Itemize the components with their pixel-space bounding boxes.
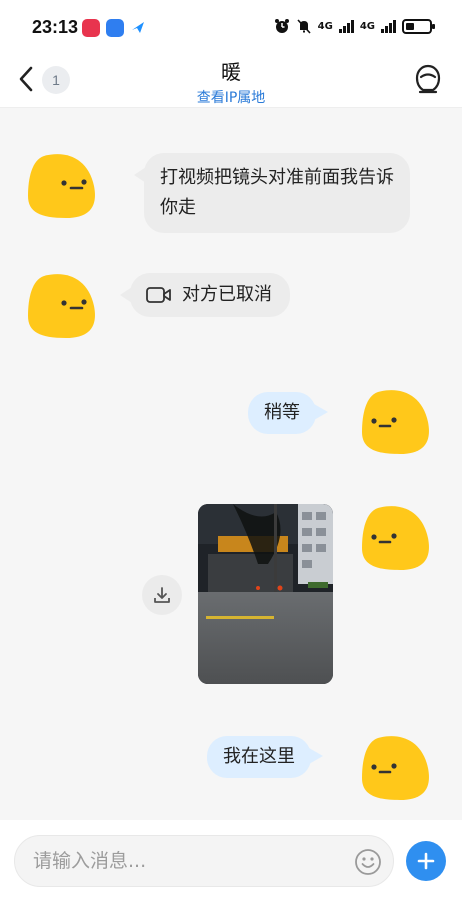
view-ip-location-link[interactable]: 查看IP属地 xyxy=(0,87,462,107)
network-label-2: 4G xyxy=(359,20,375,32)
emoji-icon xyxy=(355,849,381,875)
app-notification-icon-3 xyxy=(130,19,148,37)
outgoing-message-bubble[interactable]: 我在这里 xyxy=(207,736,323,778)
contact-name: 暖 xyxy=(221,60,241,84)
app-notification-icon-1 xyxy=(82,19,100,37)
download-icon xyxy=(154,587,170,603)
chat-header: 1 暖 查看IP属地 xyxy=(0,52,462,108)
battery-icon xyxy=(402,18,435,34)
message-text: 稍等 xyxy=(264,402,300,423)
profile-button[interactable] xyxy=(414,64,442,94)
contact-avatar[interactable] xyxy=(26,272,100,340)
contact-avatar[interactable] xyxy=(26,152,100,220)
status-bar: 23:13 4G 4G xyxy=(0,0,462,52)
message-text: 我在这里 xyxy=(223,746,295,767)
app-notification-icon-2 xyxy=(106,19,124,37)
status-icons: 4G 4G xyxy=(274,18,435,34)
outgoing-message-bubble[interactable]: 稍等 xyxy=(248,392,328,434)
sent-photo[interactable] xyxy=(198,504,333,684)
message-text: 打视频把镜头对准前面我告诉你走 xyxy=(160,167,394,218)
chat-messages[interactable]: 打视频把镜头对准前面我告诉你走 对方已取消 稍等 我在这里 xyxy=(0,108,462,820)
video-call-status-bubble[interactable]: 对方已取消 xyxy=(120,273,290,317)
signal-strength-icon-1 xyxy=(338,19,354,33)
emoji-button[interactable] xyxy=(354,848,382,876)
incoming-message-bubble[interactable]: 打视频把镜头对准前面我告诉你走 xyxy=(134,153,410,233)
call-status-text: 对方已取消 xyxy=(182,284,272,305)
add-attachment-button[interactable] xyxy=(406,841,446,881)
profile-icon xyxy=(415,64,441,94)
message-input[interactable] xyxy=(14,835,394,887)
mute-bell-icon xyxy=(297,19,311,34)
status-time: 23:13 xyxy=(32,17,79,37)
video-camera-icon xyxy=(146,287,171,303)
my-avatar[interactable] xyxy=(360,504,434,572)
alarm-icon xyxy=(274,19,289,33)
network-label-1: 4G xyxy=(317,20,333,32)
my-avatar[interactable] xyxy=(360,734,434,802)
plus-icon xyxy=(417,852,435,870)
message-input-bar xyxy=(0,820,462,898)
download-button[interactable] xyxy=(142,575,182,615)
signal-strength-icon-2 xyxy=(381,19,396,33)
my-avatar[interactable] xyxy=(360,388,434,456)
